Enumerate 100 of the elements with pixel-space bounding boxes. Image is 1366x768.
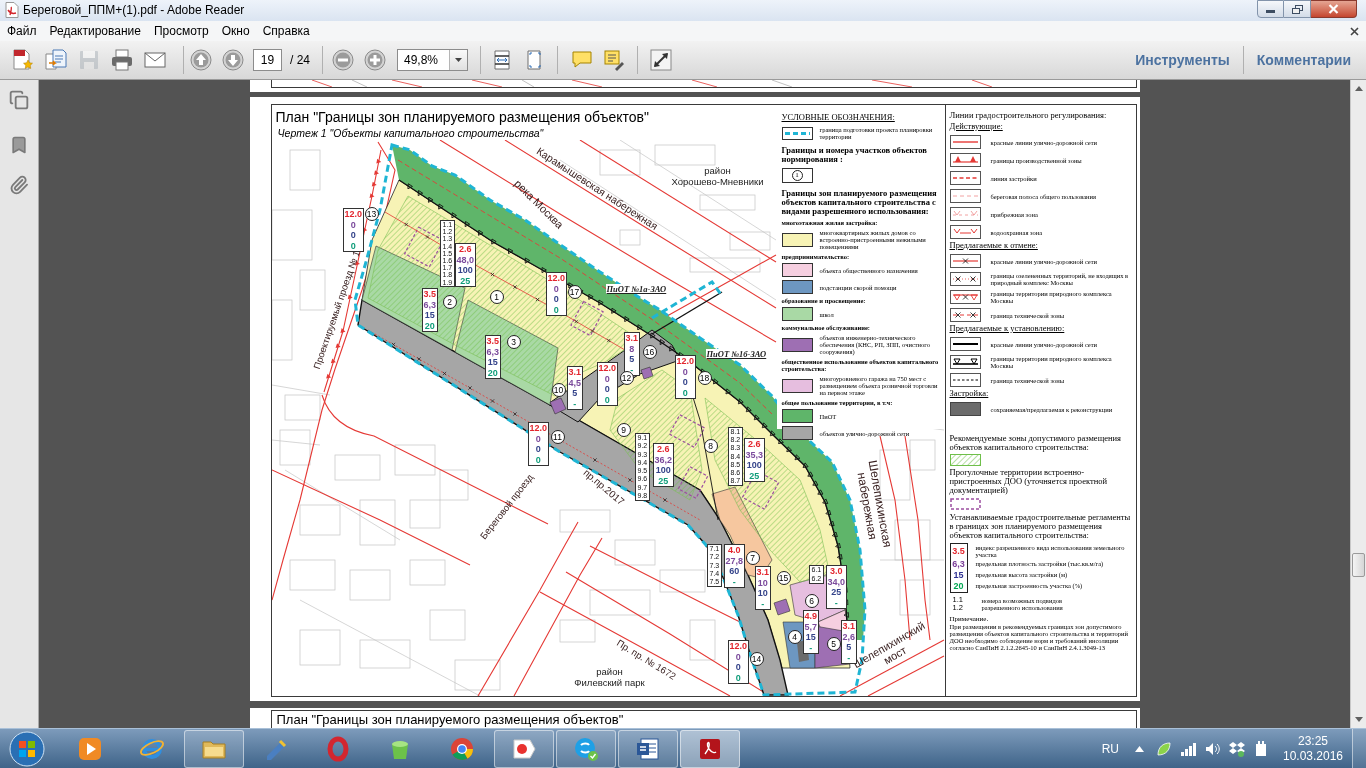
density-value: 0 (682, 366, 688, 377)
line-symbol-icon (949, 135, 981, 149)
density-value: 48,0 (456, 254, 475, 265)
taskbar-button[interactable] (184, 729, 244, 768)
plug-icon[interactable] (1254, 740, 1268, 757)
scrollbar-thumb[interactable] (1352, 553, 1365, 577)
language-indicator[interactable]: RU (1101, 739, 1119, 758)
coverage-value: 0 (553, 304, 559, 315)
pages-icon[interactable] (9, 90, 29, 110)
height-value: 0 (350, 230, 356, 241)
use-index-value: 4.0 (728, 545, 741, 556)
line-symbol-icon (949, 189, 981, 203)
clock-date: 10.03.2016 (1282, 748, 1344, 764)
line-symbol-icon (949, 207, 981, 221)
menu-item[interactable]: Файл (3, 23, 41, 39)
minus-icon (332, 49, 354, 71)
density-value: 35,3 (745, 449, 764, 460)
diamonds-icon[interactable] (1229, 740, 1245, 757)
dropdown-button[interactable] (449, 50, 467, 70)
zoom-field[interactable]: 49,8% (397, 49, 468, 71)
printer-icon (109, 48, 134, 72)
menu-item[interactable]: Редактирование (45, 23, 145, 39)
paperclip-icon[interactable] (9, 175, 29, 195)
legend-section-title: Предлагаемые к отмене: (949, 241, 1038, 250)
height-value: 0 (535, 444, 541, 455)
density-value: 34,0 (827, 576, 846, 587)
height-value: 0 (735, 662, 741, 673)
density-value: 0 (604, 373, 610, 384)
place-label: район Филевский парк (574, 666, 645, 688)
coverage-value: 0 (682, 387, 688, 398)
restore-button[interactable] (1284, 0, 1311, 18)
density-value: 0 (735, 651, 741, 662)
density-value: 8 (629, 343, 635, 354)
plan-title: План "Границы зон планируемого размещения объектов" (275, 109, 649, 125)
plus-icon (364, 49, 386, 71)
close-icon (1328, 4, 1339, 14)
menu-item[interactable]: Окно (217, 23, 254, 39)
documents-icon (43, 48, 68, 72)
legend-section-title: Застройка: (949, 389, 989, 398)
coverage-value: 20 (424, 320, 435, 331)
line-symbol-icon (949, 308, 981, 322)
ring-icon (325, 735, 351, 762)
caret-down-icon[interactable] (1354, 717, 1363, 722)
minimize-button[interactable] (1257, 0, 1284, 18)
line-symbol-icon (949, 402, 981, 416)
density-value: 0 (350, 219, 356, 230)
height-value: 100 (655, 465, 671, 476)
tools-button[interactable]: Инструменты (1122, 45, 1243, 75)
leaf-icon[interactable] (1156, 740, 1172, 757)
plan-subtitle: Чертеж 1 "Объекты капитального строительства" (277, 127, 544, 139)
use-index-value: 3.1 (756, 567, 769, 578)
menu-item[interactable]: Справка (258, 23, 314, 39)
dashed-outline-icon (949, 498, 981, 510)
play-icon (77, 735, 103, 762)
taskbar-button[interactable] (494, 729, 554, 768)
caret-up-icon[interactable] (1354, 86, 1363, 91)
signal-bars-icon[interactable] (1181, 741, 1197, 756)
page-count: / 24 (290, 52, 310, 69)
page-width-icon (491, 49, 513, 71)
close-icon[interactable] (1350, 26, 1359, 36)
use-index-value: 4.9 (804, 611, 817, 622)
taskbar-button[interactable] (680, 729, 740, 768)
coverage-value: 25 (749, 470, 760, 481)
show-desktop-button[interactable] (1352, 729, 1366, 768)
clock[interactable]: 23:25 10.03.2016 (1282, 733, 1344, 764)
height-value: 5 (846, 642, 852, 653)
coverage-value: 25 (460, 275, 471, 286)
coverage-value: 20 (487, 367, 498, 378)
height-value: 15 (805, 632, 816, 643)
bookmark-icon[interactable] (9, 135, 29, 155)
use-index-value: 3.1 (842, 621, 855, 631)
use-index-value: 12.0 (547, 273, 566, 284)
expand-icon (650, 49, 672, 71)
chevron-up-icon[interactable] (1135, 745, 1144, 752)
use-index-value: 2.6 (748, 439, 761, 450)
plan-title: План "Границы зон планируемого размещения объектов" (276, 712, 625, 728)
coverage-value: 0 (535, 454, 541, 465)
menu-item[interactable]: Просмотр (149, 23, 213, 39)
height-value: 0 (604, 384, 610, 395)
speaker-icon[interactable] (1205, 741, 1221, 756)
coverage-value: 20 (953, 581, 964, 592)
close-button[interactable] (1311, 0, 1357, 18)
start-orb-icon[interactable] (9, 730, 45, 767)
legend-heading: Границы зон планируемого размещения объектов капитального строительства с видами разрешенного использования: (781, 189, 938, 216)
use-index-value: 3.1 (625, 333, 638, 344)
playground-outline (677, 465, 708, 500)
use-index-value: 3.5 (423, 289, 436, 300)
comments-button[interactable]: Комментарии (1243, 45, 1364, 75)
coverage-value: 0 (604, 394, 610, 405)
page-number-field[interactable]: 19 (253, 49, 282, 71)
coverage-value: 0 (350, 240, 356, 251)
density-value: 5,7 (804, 621, 817, 632)
arrow-down-icon (222, 49, 244, 71)
taskbar-button[interactable] (618, 729, 678, 768)
window-title: Береговой_ППМ+(1).pdf - Adobe Reader (23, 3, 245, 18)
note-pen-icon (603, 49, 625, 71)
line-symbol-icon (949, 355, 981, 369)
legend-heading: Устанавливаемые градостроительные регламенты в границах зон планируемого размещения объектов капитального строительства: (949, 513, 1132, 540)
legend-heading: Рекомендуемые зоны допустимого размещения объектов капитального строительства: (949, 434, 1122, 452)
line-symbol-icon (949, 225, 981, 239)
